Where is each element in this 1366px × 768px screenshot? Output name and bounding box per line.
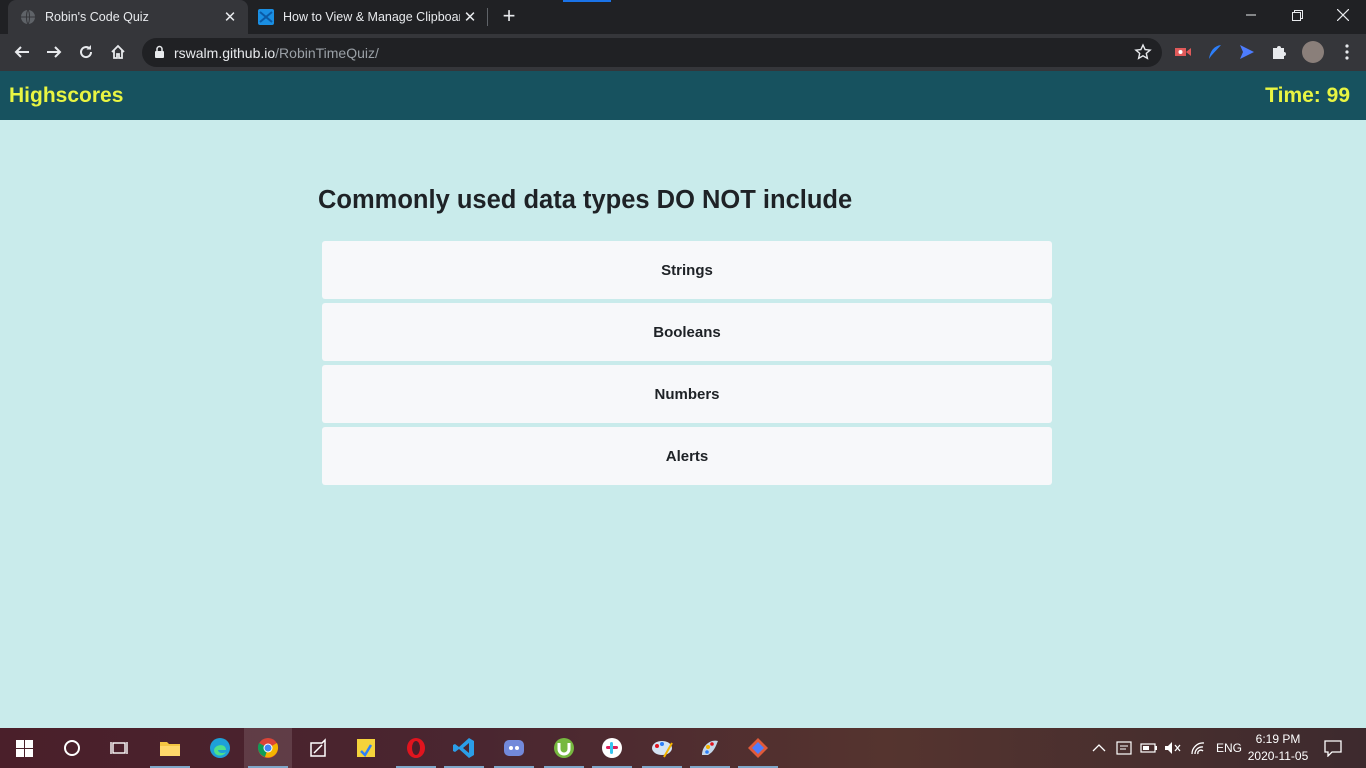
- notes-icon[interactable]: [294, 728, 342, 768]
- tab-separator: [487, 8, 488, 26]
- extension-record-icon[interactable]: [1174, 43, 1192, 61]
- clock-time: 6:19 PM: [1255, 732, 1301, 746]
- url-host: rswalm.github.io: [174, 45, 276, 61]
- tab-title: Robin's Code Quiz: [45, 10, 149, 24]
- wifi-icon[interactable]: [1190, 741, 1206, 755]
- minimize-icon[interactable]: [1228, 0, 1274, 30]
- new-tab-icon[interactable]: +: [498, 5, 520, 28]
- answer-button-strings[interactable]: Strings: [322, 241, 1052, 299]
- tab-robins-code-quiz[interactable]: Robin's Code Quiz ✕: [8, 0, 248, 34]
- address-bar[interactable]: rswalm.github.io/RobinTimeQuiz/: [142, 38, 1162, 67]
- discord-icon[interactable]: [490, 728, 538, 768]
- chevron-up-icon[interactable]: [1092, 743, 1106, 753]
- utorrent-icon[interactable]: [540, 728, 588, 768]
- bookmark-star-icon[interactable]: [1134, 43, 1152, 61]
- tab-strip-accent: [563, 0, 611, 2]
- timer-value: 99: [1326, 84, 1350, 107]
- timer: Time: 99: [1265, 84, 1350, 108]
- question-text: Commonly used data types DO NOT include: [318, 186, 853, 214]
- volume-muted-icon[interactable]: [1164, 741, 1182, 755]
- vscode-icon[interactable]: [440, 728, 488, 768]
- extension-feather-icon[interactable]: [1206, 43, 1224, 61]
- file-explorer-icon[interactable]: [146, 728, 194, 768]
- extension-send-icon[interactable]: [1238, 43, 1256, 61]
- notification-center-icon[interactable]: [1116, 741, 1132, 755]
- site-header: Highscores Time: 99: [0, 71, 1366, 120]
- opera-icon[interactable]: [392, 728, 440, 768]
- highscores-link[interactable]: Highscores: [9, 84, 123, 108]
- restore-icon[interactable]: [1274, 0, 1320, 30]
- answer-button-booleans[interactable]: Booleans: [322, 303, 1052, 361]
- action-center-icon[interactable]: [1310, 728, 1356, 768]
- cortana-icon[interactable]: [48, 728, 96, 768]
- start-icon[interactable]: [0, 728, 48, 768]
- timer-label: Time:: [1265, 84, 1327, 107]
- quiz-page: Highscores Time: 99 Commonly used data t…: [0, 71, 1366, 728]
- close-tab-icon[interactable]: ✕: [460, 7, 480, 27]
- system-tray: ENG: [1090, 728, 1242, 768]
- answer-button-numbers[interactable]: Numbers: [322, 365, 1052, 423]
- tab-clipboard-article[interactable]: How to View & Manage Clipboard ✕: [250, 0, 488, 34]
- clock[interactable]: 6:19 PM 2020-11-05: [1240, 731, 1316, 765]
- clock-date: 2020-11-05: [1247, 749, 1309, 763]
- git-icon[interactable]: [734, 728, 782, 768]
- answer-button-alerts[interactable]: Alerts: [322, 427, 1052, 485]
- forward-icon[interactable]: [40, 38, 68, 66]
- language-indicator[interactable]: ENG: [1216, 741, 1242, 755]
- close-tab-icon[interactable]: ✕: [220, 7, 240, 27]
- globe-icon: [21, 9, 35, 25]
- home-icon[interactable]: [104, 38, 132, 66]
- site-logo-icon: [258, 9, 274, 25]
- sticky-app-icon[interactable]: [342, 728, 390, 768]
- windows-taskbar: ENG 6:19 PM 2020-11-05: [0, 728, 1366, 768]
- extensions-puzzle-icon[interactable]: [1270, 43, 1288, 61]
- browser-toolbar: rswalm.github.io/RobinTimeQuiz/: [0, 34, 1366, 71]
- slack-icon[interactable]: [588, 728, 636, 768]
- url-path: /RobinTimeQuiz/: [275, 45, 379, 61]
- url-text: rswalm.github.io/RobinTimeQuiz/: [174, 45, 379, 61]
- reload-icon[interactable]: [72, 38, 100, 66]
- chrome-icon[interactable]: [244, 728, 292, 768]
- lock-icon: [155, 45, 164, 58]
- tab-strip: Robin's Code Quiz ✕ How to View & Manage…: [0, 0, 1366, 34]
- paint-icon[interactable]: [638, 728, 686, 768]
- battery-icon[interactable]: [1140, 742, 1158, 754]
- task-view-icon[interactable]: [96, 728, 144, 768]
- close-window-icon[interactable]: [1320, 0, 1366, 30]
- edge-icon[interactable]: [196, 728, 244, 768]
- chrome-menu-icon[interactable]: [1338, 43, 1356, 61]
- paint-3d-icon[interactable]: [686, 728, 734, 768]
- tab-title: How to View & Manage Clipboard: [283, 10, 460, 24]
- back-icon[interactable]: [8, 38, 36, 66]
- profile-avatar[interactable]: [1302, 41, 1324, 63]
